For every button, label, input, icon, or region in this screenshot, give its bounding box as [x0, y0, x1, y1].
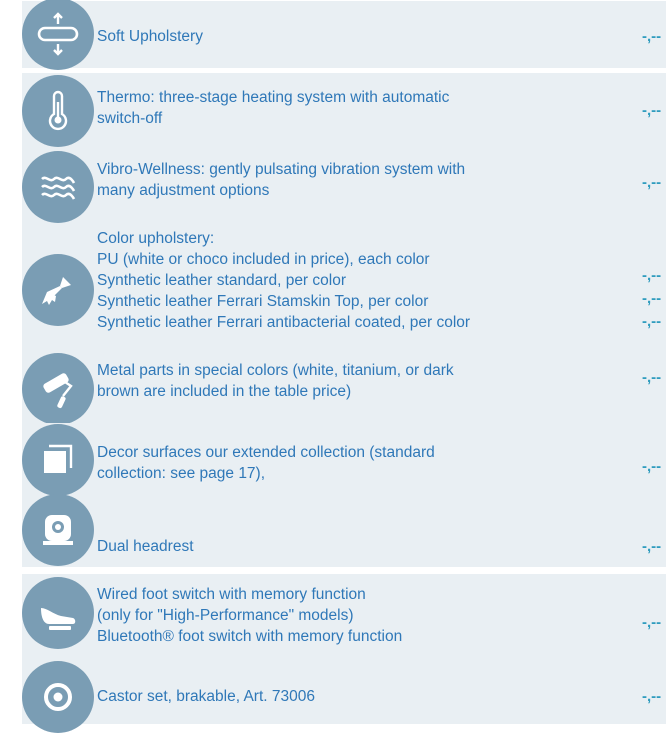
item-line: (only for "High-Performance" models) — [97, 607, 354, 624]
decor-surfaces-icon — [22, 424, 94, 496]
item-description: Vibro-Wellness: gently pulsating vibrati… — [97, 159, 465, 201]
item-price: -,-- — [642, 28, 662, 45]
item-line: Synthetic leather Ferrari Stamskin Top, … — [97, 293, 429, 310]
list-item: Vibro-Wellness: gently pulsating vibrati… — [22, 149, 666, 225]
list-item: Decor surfaces our extended collection (… — [22, 423, 666, 499]
item-price: -,-- — [642, 174, 662, 191]
item-price: -,-- — [642, 267, 662, 284]
item-line: Metal parts in special colors (white, ti… — [97, 362, 454, 379]
item-line: brown are included in the table price) — [97, 383, 352, 400]
item-line: Dual headrest — [97, 538, 194, 555]
item-line: switch-off — [97, 110, 163, 127]
item-line: Bluetooth® foot switch with memory funct… — [97, 628, 403, 645]
list-item: Dual headrest -,-- — [22, 494, 666, 567]
item-price: -,-- — [642, 313, 662, 330]
list-item: Metal parts in special colors (white, ti… — [22, 353, 666, 425]
foot-switch-icon — [22, 577, 94, 649]
item-description: Decor surfaces our extended collection (… — [97, 442, 435, 484]
item-price: -,-- — [642, 102, 662, 119]
headrest-icon — [22, 494, 94, 566]
item-line: Soft Upholstery — [97, 28, 203, 45]
item-description: Castor set, brakable, Art. 73006 — [97, 686, 315, 707]
item-line: many adjustment options — [97, 182, 270, 199]
list-item: Soft Upholstery -,-- — [22, 0, 666, 70]
item-line: collection: see page 17), — [97, 465, 266, 482]
list-item: Thermo: three-stage heating system with … — [22, 73, 666, 149]
item-line: Castor set, brakable, Art. 73006 — [97, 688, 315, 705]
item-description: Metal parts in special colors (white, ti… — [97, 360, 454, 402]
item-line: Decor surfaces our extended collection (… — [97, 444, 435, 461]
item-price: -,-- — [642, 369, 662, 386]
item-description: Dual headrest — [97, 536, 194, 557]
list-item: Wired foot switch with memory function (… — [22, 574, 666, 667]
list-item: Castor set, brakable, Art. 73006 -,-- — [22, 661, 666, 733]
list-item: Color upholstery: PU (white or choco inc… — [22, 225, 666, 355]
thermometer-icon — [22, 75, 94, 147]
paintbrush-icon — [22, 254, 94, 326]
item-line: Thermo: three-stage heating system with … — [97, 89, 450, 106]
item-line: Wired foot switch with memory function — [97, 586, 366, 603]
item-description: Color upholstery: PU (white or choco inc… — [97, 228, 470, 333]
item-price: -,-- — [642, 458, 662, 475]
paint-roller-icon — [22, 353, 94, 425]
soft-upholstery-icon — [22, 0, 94, 70]
item-line: Synthetic leather standard, per color — [97, 272, 346, 289]
item-line: Vibro-Wellness: gently pulsating vibrati… — [97, 161, 466, 178]
item-description: Thermo: three-stage heating system with … — [97, 87, 449, 129]
item-price: -,-- — [642, 290, 662, 307]
item-price: -,-- — [642, 614, 662, 631]
item-price: -,-- — [642, 688, 662, 705]
item-description: Wired foot switch with memory function (… — [97, 584, 402, 647]
item-description: Soft Upholstery — [97, 26, 203, 47]
item-line: PU (white or choco included in price), e… — [97, 251, 430, 268]
vibration-waves-icon — [22, 151, 94, 223]
item-line: Color upholstery: — [97, 230, 215, 247]
item-price: -,-- — [642, 538, 662, 555]
castor-icon — [22, 661, 94, 733]
item-line: Synthetic leather Ferrari antibacterial … — [97, 314, 471, 331]
